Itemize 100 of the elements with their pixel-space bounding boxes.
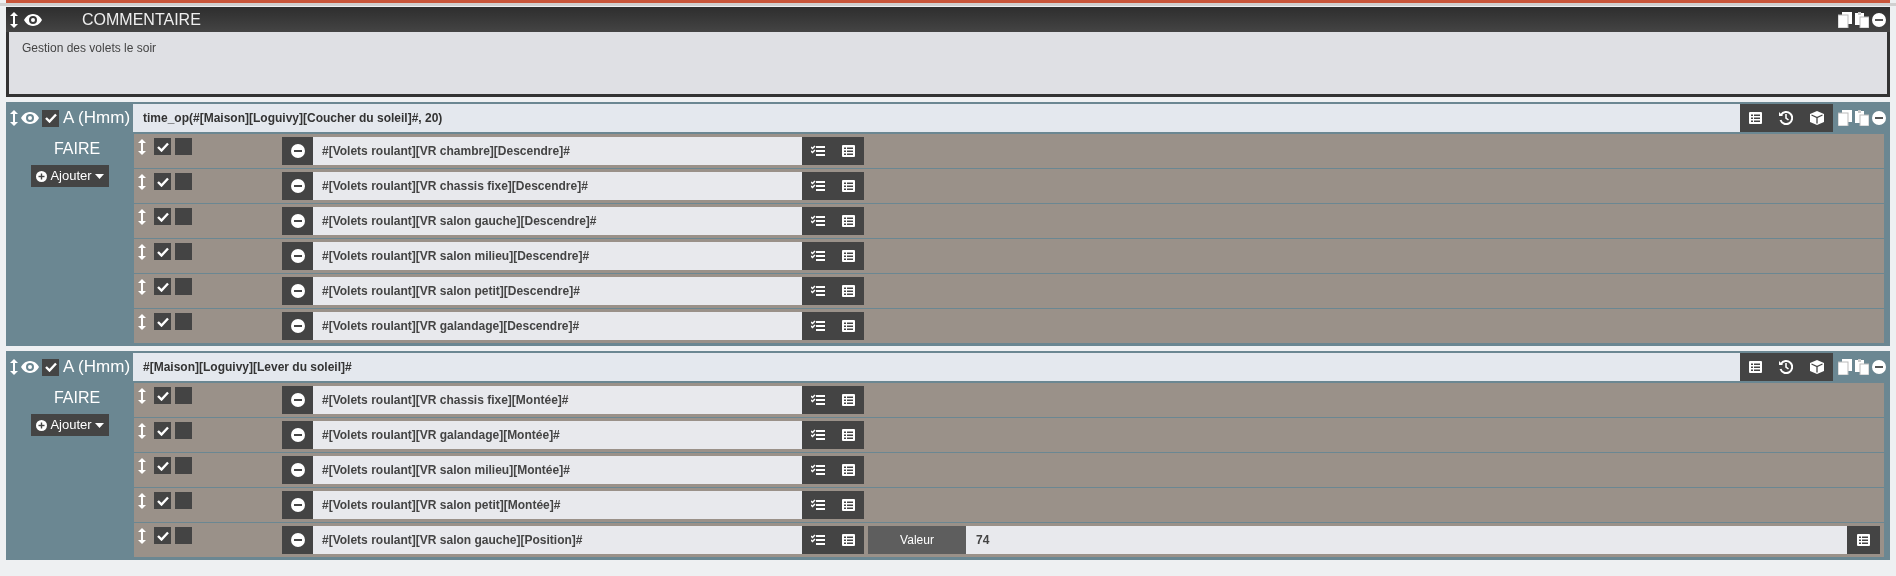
condition-field[interactable]: time_op(#[Maison][Loguivy][Coucher du soleil]#, 20) — [133, 104, 1740, 132]
checklist-icon[interactable] — [810, 534, 825, 546]
move-handle-icon[interactable] — [138, 209, 146, 225]
checkbox[interactable] — [175, 243, 192, 260]
command-field[interactable]: #[Volets roulant][VR salon gauche][Position]# — [313, 526, 802, 554]
command-field[interactable]: #[Volets roulant][VR salon milieu][Montée]# — [313, 456, 802, 484]
checkbox[interactable] — [175, 387, 192, 404]
checklist-icon[interactable] — [810, 394, 825, 406]
remove-icon[interactable] — [1872, 360, 1886, 374]
command-field[interactable]: #[Volets roulant][VR chambre][Descendre]# — [313, 137, 802, 165]
move-handle-icon[interactable] — [10, 110, 18, 126]
list-button[interactable] — [1847, 526, 1880, 554]
move-handle-icon[interactable] — [138, 458, 146, 474]
checklist-icon[interactable] — [810, 429, 825, 441]
checklist-icon[interactable] — [810, 499, 825, 511]
checkbox[interactable] — [42, 109, 59, 127]
move-handle-icon[interactable] — [138, 279, 146, 295]
condition-field[interactable]: #[Maison][Loguivy][Lever du soleil]# — [133, 353, 1740, 381]
list-icon[interactable] — [842, 429, 856, 441]
checkbox[interactable] — [175, 313, 192, 330]
checklist-icon[interactable] — [810, 145, 825, 157]
checklist-icon[interactable] — [810, 250, 825, 262]
comment-textarea[interactable]: Gestion des volets le soir — [9, 32, 1887, 94]
list-icon[interactable] — [842, 215, 856, 227]
add-button[interactable]: Ajouter — [31, 165, 109, 187]
checkbox[interactable] — [175, 457, 192, 474]
remove-icon[interactable] — [1872, 111, 1886, 125]
checklist-icon[interactable] — [810, 215, 825, 227]
list-icon[interactable] — [842, 250, 856, 262]
cube-icon[interactable] — [1810, 360, 1825, 374]
remove-button[interactable] — [282, 386, 313, 414]
remove-button[interactable] — [282, 456, 313, 484]
checklist-icon[interactable] — [810, 320, 825, 332]
command-field[interactable]: #[Volets roulant][VR galandage][Montée]# — [313, 421, 802, 449]
checkbox[interactable] — [175, 208, 192, 225]
checkbox[interactable] — [154, 208, 171, 225]
value-field[interactable]: 74 — [966, 526, 1847, 554]
checklist-icon[interactable] — [810, 285, 825, 297]
checklist-icon[interactable] — [810, 180, 825, 192]
checkbox[interactable] — [154, 457, 171, 474]
move-handle-icon[interactable] — [138, 244, 146, 260]
list-icon[interactable] — [842, 285, 856, 297]
cube-icon[interactable] — [1810, 111, 1825, 125]
paste-icon[interactable] — [1855, 11, 1869, 28]
history-icon[interactable] — [1779, 111, 1793, 125]
checkbox[interactable] — [154, 278, 171, 295]
remove-button[interactable] — [282, 277, 313, 305]
remove-button[interactable] — [282, 312, 313, 340]
list-icon[interactable] — [842, 180, 856, 192]
eye-icon[interactable] — [24, 13, 42, 26]
command-field[interactable]: #[Volets roulant][VR salon milieu][Descendre]# — [313, 242, 802, 270]
move-handle-icon[interactable] — [138, 423, 146, 439]
list-icon[interactable] — [842, 464, 856, 476]
checkbox[interactable] — [175, 492, 192, 509]
move-handle-icon[interactable] — [138, 528, 146, 544]
checkbox[interactable] — [175, 527, 192, 544]
checklist-icon[interactable] — [810, 464, 825, 476]
list-icon[interactable] — [842, 145, 856, 157]
remove-button[interactable] — [282, 207, 313, 235]
move-handle-icon[interactable] — [138, 174, 146, 190]
checkbox[interactable] — [154, 422, 171, 439]
move-handle-icon[interactable] — [138, 388, 146, 404]
move-handle-icon[interactable] — [138, 493, 146, 509]
remove-icon[interactable] — [1872, 12, 1886, 27]
checkbox[interactable] — [42, 358, 59, 376]
remove-button[interactable] — [282, 242, 313, 270]
remove-button[interactable] — [282, 172, 313, 200]
checkbox[interactable] — [175, 173, 192, 190]
add-button[interactable]: Ajouter — [31, 414, 109, 436]
command-field[interactable]: #[Volets roulant][VR galandage][Descendre]# — [313, 312, 802, 340]
command-field[interactable]: #[Volets roulant][VR chassis fixe][Montée]# — [313, 386, 802, 414]
checkbox[interactable] — [154, 313, 171, 330]
list-icon[interactable] — [842, 499, 856, 511]
list-icon[interactable] — [842, 534, 856, 546]
list-icon[interactable] — [842, 320, 856, 332]
checkbox[interactable] — [154, 492, 171, 509]
checkbox[interactable] — [154, 387, 171, 404]
checkbox[interactable] — [154, 243, 171, 260]
history-icon[interactable] — [1779, 360, 1793, 374]
remove-button[interactable] — [282, 526, 313, 554]
move-handle-icon[interactable] — [10, 11, 18, 28]
move-handle-icon[interactable] — [10, 359, 18, 375]
remove-button[interactable] — [282, 137, 313, 165]
remove-button[interactable] — [282, 491, 313, 519]
command-field[interactable]: #[Volets roulant][VR salon gauche][Descendre]# — [313, 207, 802, 235]
checkbox[interactable] — [175, 422, 192, 439]
list-icon[interactable] — [1748, 112, 1762, 124]
command-field[interactable]: #[Volets roulant][VR chassis fixe][Descendre]# — [313, 172, 802, 200]
checkbox[interactable] — [175, 138, 192, 155]
checkbox[interactable] — [154, 138, 171, 155]
checkbox[interactable] — [175, 278, 192, 295]
list-icon[interactable] — [842, 394, 856, 406]
move-handle-icon[interactable] — [138, 314, 146, 330]
command-field[interactable]: #[Volets roulant][VR salon petit][Montée]# — [313, 491, 802, 519]
list-icon[interactable] — [1748, 361, 1762, 373]
move-handle-icon[interactable] — [138, 139, 146, 155]
checkbox[interactable] — [154, 527, 171, 544]
remove-button[interactable] — [282, 421, 313, 449]
command-field[interactable]: #[Volets roulant][VR salon petit][Descendre]# — [313, 277, 802, 305]
checkbox[interactable] — [154, 173, 171, 190]
